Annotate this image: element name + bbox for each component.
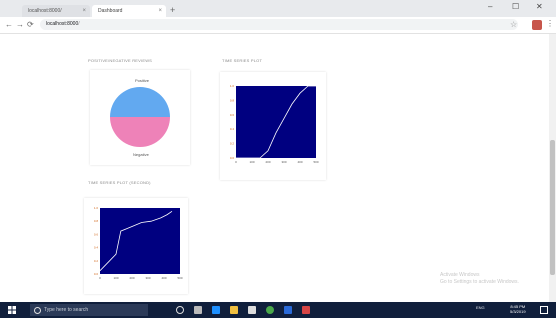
- pie-slice-positive: [110, 87, 170, 117]
- store-icon[interactable]: [248, 306, 256, 314]
- search-icon: [34, 307, 41, 314]
- y-tick-label: 0.6: [230, 113, 235, 117]
- line-chart-1: 0.0 0.2 0.4 0.6 0.8 1.0 0 100 200 300 400 500: [230, 84, 319, 164]
- minimize-button[interactable]: –: [488, 2, 492, 11]
- pie-slice-negative: [110, 117, 170, 147]
- maximize-button[interactable]: ☐: [512, 2, 519, 11]
- app-icon-2[interactable]: [302, 306, 310, 314]
- x-tick-label: 0: [99, 276, 101, 280]
- tab-dashboard[interactable]: Dashboard ×: [92, 5, 166, 17]
- back-button[interactable]: ←: [5, 18, 13, 32]
- forward-button[interactable]: →: [16, 18, 24, 32]
- y-tick-label: 0.0: [230, 156, 235, 160]
- x-tick-label: 300: [145, 276, 150, 280]
- url-host: localhost:8000: [46, 21, 79, 27]
- activation-watermark: Activate Windows Go to Settings to activ…: [440, 272, 519, 286]
- x-tick-label: 400: [297, 160, 302, 164]
- taskbar-clock[interactable]: 8:45 PM 5/3/2019: [510, 304, 526, 314]
- y-tick-label: 0.8: [230, 98, 235, 102]
- y-tick-label: 0.4: [230, 127, 235, 131]
- tab-localhost[interactable]: localhost:8000/ ×: [22, 5, 90, 17]
- browser-toolbar: ← → ⟳ localhost:8000/ ☆ ⋮: [0, 17, 556, 34]
- tab-label: Dashboard: [98, 8, 123, 14]
- y-tick-label: 1.0: [94, 206, 99, 210]
- clock-date: 5/3/2019: [510, 309, 526, 314]
- url-path: /: [78, 21, 80, 27]
- file-explorer-icon[interactable]: [230, 306, 238, 314]
- line-chart-1-title: TIME SERIES PLOT: [222, 58, 263, 63]
- x-tick-label: 300: [281, 160, 286, 164]
- line-chart-1-panel: 0.0 0.2 0.4 0.6 0.8 1.0 0 100 200 300 400 500: [220, 72, 326, 180]
- bookmark-star-icon[interactable]: ☆: [510, 20, 517, 30]
- pie-chart-title: POSITIVE/NEGATIVE REVIEWS: [88, 58, 153, 63]
- pie-chart: [110, 87, 170, 147]
- plot-area: [236, 86, 316, 158]
- line-chart-2-title: TIME SERIES PLOT (SECOND): [88, 180, 151, 185]
- plot-area: [100, 208, 180, 274]
- taskbar-search-input[interactable]: Type here to search: [30, 304, 148, 316]
- line-chart-2: 0.0 0.2 0.4 0.6 0.8 1.0 0 100 200 300 400 500: [94, 206, 183, 280]
- x-tick-label: 500: [313, 160, 318, 164]
- tray-language[interactable]: ENG: [476, 305, 485, 310]
- new-tab-button[interactable]: +: [170, 5, 175, 15]
- scrollbar-thumb[interactable]: [550, 140, 555, 275]
- extension-icon[interactable]: [532, 20, 542, 30]
- taskbar: Type here to search ENG 8:45 PM 5/3/2019: [0, 302, 556, 318]
- edge-icon[interactable]: [212, 306, 220, 314]
- task-view-icon[interactable]: [194, 306, 202, 314]
- close-tab-icon[interactable]: ×: [82, 5, 86, 17]
- tab-strip: localhost:8000/ × Dashboard × + – ☐ ✕: [0, 0, 556, 17]
- cortana-icon[interactable]: [176, 306, 184, 314]
- notification-icon[interactable]: [540, 306, 548, 314]
- y-tick-label: 0.6: [94, 232, 99, 236]
- search-placeholder: Type here to search: [44, 307, 89, 313]
- tab-label: localhost:8000/: [28, 8, 62, 14]
- y-tick-label: 0.2: [230, 142, 235, 146]
- watermark-line-1: Activate Windows: [440, 272, 480, 278]
- pie-label-negative: Negative: [133, 152, 149, 157]
- y-tick-label: 0.8: [94, 219, 99, 223]
- x-tick-label: 200: [265, 160, 270, 164]
- browser-menu-icon[interactable]: ⋮: [546, 19, 554, 28]
- x-tick-label: 100: [113, 276, 118, 280]
- y-tick-label: 0.0: [94, 272, 99, 276]
- close-tab-icon[interactable]: ×: [158, 5, 162, 17]
- y-tick-label: 1.0: [230, 84, 235, 88]
- windows-start-icon[interactable]: [8, 306, 16, 314]
- x-tick-label: 400: [161, 276, 166, 280]
- close-window-button[interactable]: ✕: [536, 2, 543, 11]
- watermark-line-2: Go to Settings to activate Windows.: [440, 279, 519, 285]
- pie-chart-panel: Positive Negative: [90, 70, 190, 165]
- line-chart-2-panel: 0.0 0.2 0.4 0.6 0.8 1.0 0 100 200 300 400 500: [84, 198, 188, 294]
- y-tick-label: 0.4: [94, 246, 99, 250]
- reload-button[interactable]: ⟳: [27, 18, 34, 32]
- chrome-icon[interactable]: [266, 306, 274, 314]
- address-bar[interactable]: localhost:8000/: [40, 19, 518, 30]
- y-tick-label: 0.2: [94, 259, 99, 263]
- x-tick-label: 500: [177, 276, 182, 280]
- app-icon[interactable]: [284, 306, 292, 314]
- x-tick-label: 0: [235, 160, 237, 164]
- x-tick-label: 100: [249, 160, 254, 164]
- x-tick-label: 200: [129, 276, 134, 280]
